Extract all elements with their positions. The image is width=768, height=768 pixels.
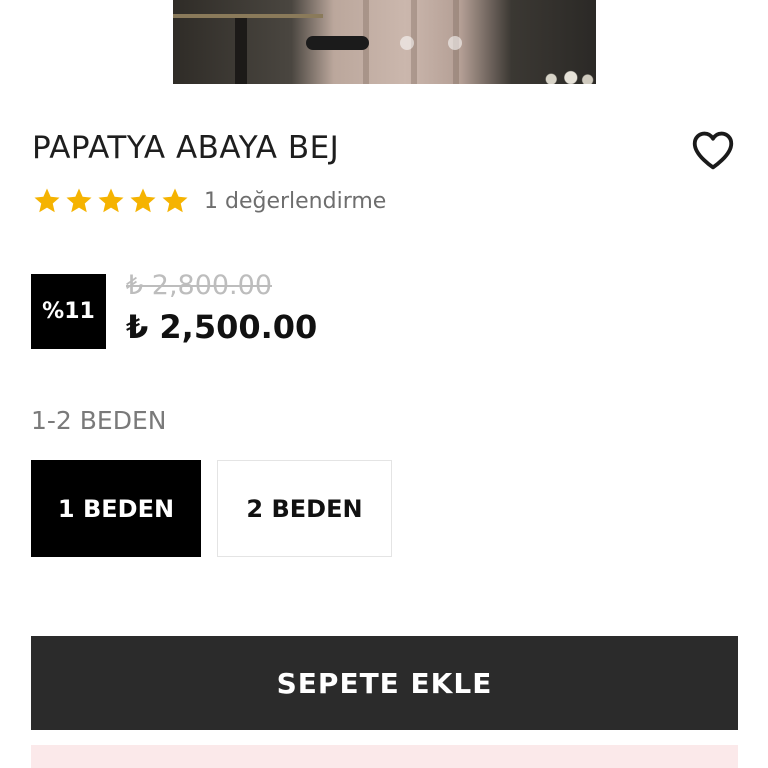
star-icon bbox=[98, 188, 124, 213]
product-image[interactable] bbox=[173, 0, 596, 84]
star-icon bbox=[34, 188, 60, 213]
star-icon bbox=[66, 188, 92, 213]
favorite-heart-icon[interactable] bbox=[691, 129, 735, 171]
product-title: PAPATYA ABAYA BEJ bbox=[32, 130, 340, 166]
star-icon bbox=[130, 188, 156, 213]
star-icon bbox=[162, 188, 188, 213]
size-option-1-beden[interactable]: 1 BEDEN bbox=[31, 460, 201, 557]
rating-row: 1 değerlendirme bbox=[32, 186, 386, 216]
image-detail bbox=[540, 68, 596, 84]
image-detail bbox=[173, 14, 323, 18]
carousel-dot[interactable] bbox=[448, 36, 462, 50]
carousel-dot-active[interactable] bbox=[306, 36, 369, 50]
image-detail bbox=[235, 18, 247, 84]
old-price: ₺ 2,800.00 bbox=[126, 270, 272, 301]
rating-stars bbox=[32, 186, 190, 216]
size-option-2-beden[interactable]: 2 BEDEN bbox=[217, 460, 392, 557]
discount-badge: %11 bbox=[31, 274, 106, 349]
size-selector-label: 1-2 BEDEN bbox=[31, 406, 167, 435]
current-price: ₺ 2,500.00 bbox=[126, 308, 318, 346]
promo-banner bbox=[31, 745, 738, 768]
add-to-cart-button[interactable]: SEPETE EKLE bbox=[31, 636, 738, 730]
carousel-dot[interactable] bbox=[400, 36, 414, 50]
reviews-count-link[interactable]: 1 değerlendirme bbox=[204, 189, 386, 214]
